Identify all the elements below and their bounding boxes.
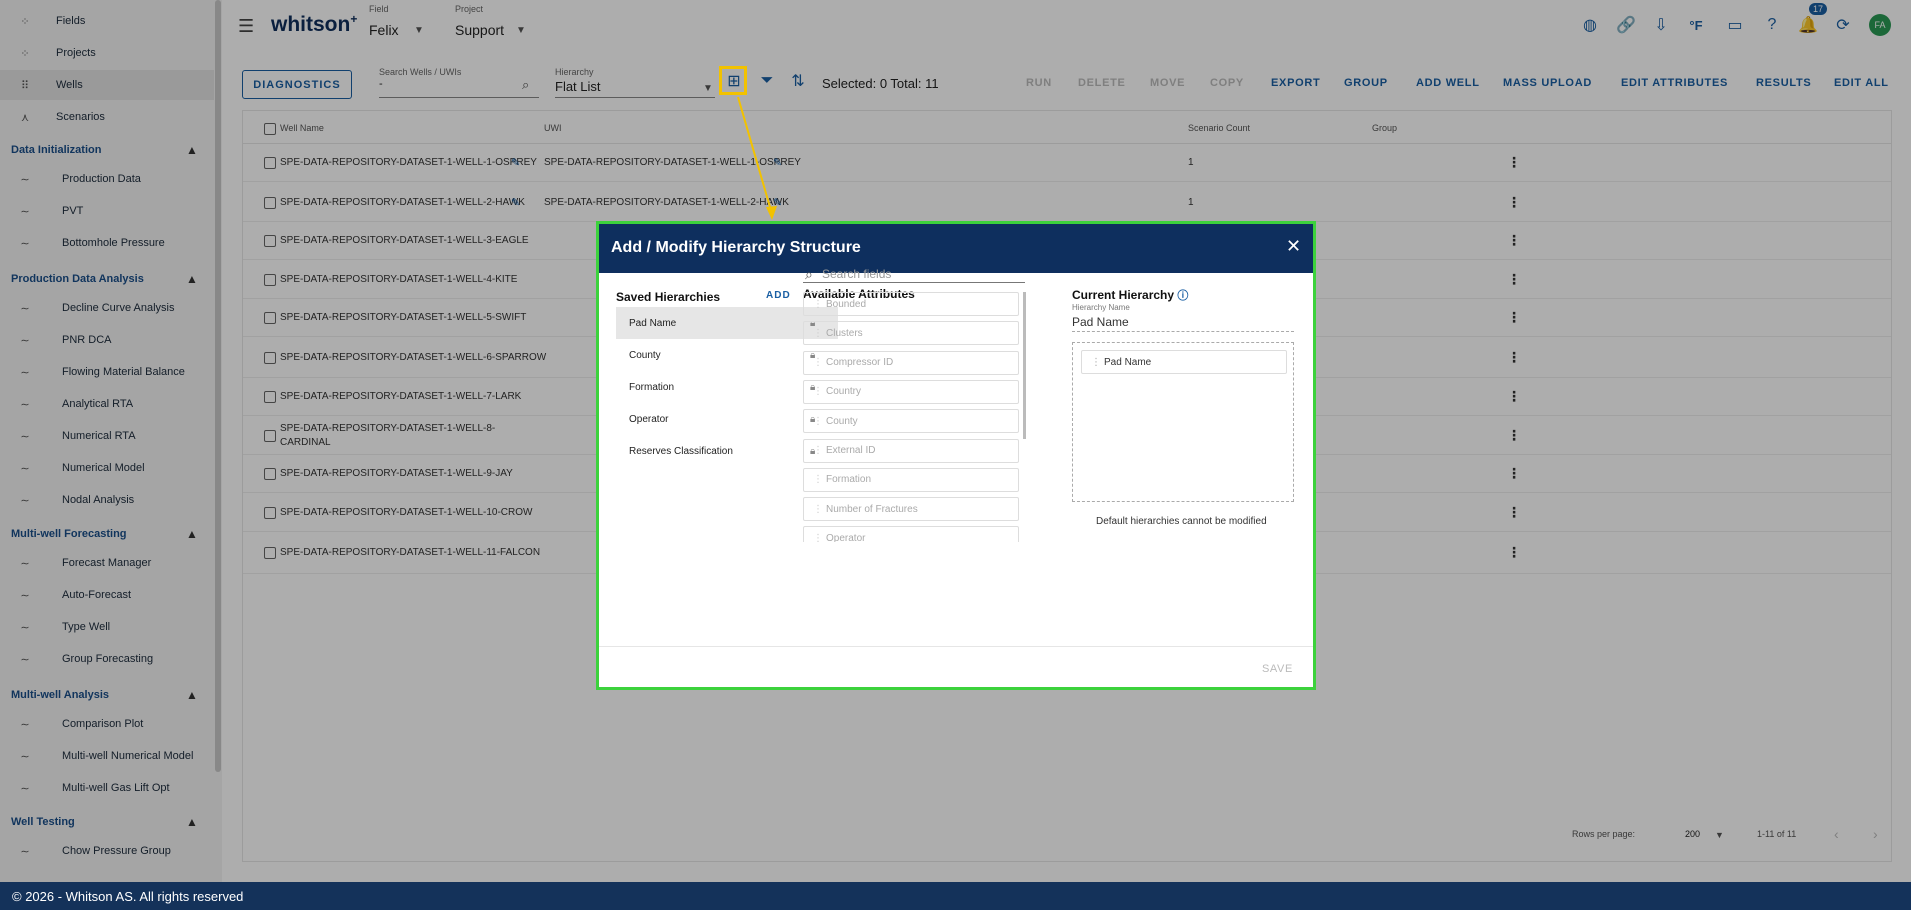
attribute-item[interactable]: ⋮ Operator bbox=[803, 526, 1019, 542]
drag-handle-icon[interactable]: ⋮ bbox=[813, 299, 823, 310]
attribute-item[interactable]: ⋮ External ID bbox=[803, 438, 1019, 463]
drag-handle-icon[interactable]: ⋮ bbox=[813, 533, 823, 542]
drag-handle-icon[interactable]: ⋮ bbox=[813, 504, 823, 515]
drag-handle-icon[interactable]: ⋮ bbox=[813, 328, 823, 339]
drag-handle-icon[interactable]: ⋮ bbox=[813, 416, 823, 427]
drag-handle-icon[interactable]: ⋮ bbox=[813, 474, 823, 485]
drag-handle-icon[interactable]: ⋮ bbox=[813, 386, 823, 397]
hierarchy-modal: Add / Modify Hierarchy Structure ✕ Saved… bbox=[596, 221, 1316, 690]
save-button[interactable]: SAVE bbox=[1262, 663, 1293, 675]
close-icon[interactable]: ✕ bbox=[1286, 236, 1301, 257]
magnifier-icon: ⌕ bbox=[805, 266, 813, 282]
search-fields-input[interactable]: Search fields bbox=[822, 267, 891, 281]
modal-title: Add / Modify Hierarchy Structure bbox=[611, 239, 861, 256]
attribute-item[interactable]: ⋮ Formation bbox=[803, 467, 1019, 492]
attribute-item[interactable]: ⋮ Country bbox=[803, 379, 1019, 404]
modal-header: Add / Modify Hierarchy Structure ✕ bbox=[599, 224, 1313, 273]
attribute-label: Compressor ID bbox=[826, 357, 894, 369]
attribute-item[interactable]: ⋮ County bbox=[803, 409, 1019, 434]
attributes-list: ⋮ Bounded ⋮ Clusters ⋮ Compressor ID ⋮ Country ⋮… bbox=[599, 292, 1313, 542]
attribute-label: Operator bbox=[826, 532, 866, 542]
attribute-label: Country bbox=[826, 386, 862, 398]
attribute-item[interactable]: ⋮ Number of Fractures bbox=[803, 497, 1019, 522]
attribute-item[interactable]: ⋮ Clusters bbox=[803, 321, 1019, 346]
drag-handle-icon[interactable]: ⋮ bbox=[813, 357, 823, 368]
search-fields-underline bbox=[803, 282, 1025, 283]
attribute-item[interactable]: ⋮ Bounded bbox=[803, 292, 1019, 316]
attribute-label: Clusters bbox=[826, 327, 863, 339]
drag-handle-icon[interactable]: ⋮ bbox=[813, 445, 823, 456]
attribute-label: County bbox=[826, 415, 858, 427]
attribute-item[interactable]: ⋮ Compressor ID bbox=[803, 350, 1019, 375]
attribute-label: External ID bbox=[826, 445, 876, 456]
modal-footer-divider bbox=[599, 646, 1313, 647]
attribute-label: Bounded bbox=[826, 298, 867, 310]
attribute-label: Number of Fractures bbox=[826, 503, 918, 515]
attribute-label: Formation bbox=[826, 474, 872, 486]
